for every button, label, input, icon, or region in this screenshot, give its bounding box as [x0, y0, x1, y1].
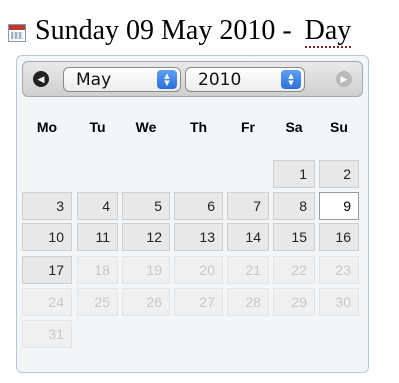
- day-cell[interactable]: 4: [77, 192, 118, 220]
- weekday-sa: Sa: [285, 119, 303, 135]
- year-select[interactable]: 2010 ▲ ▼: [185, 67, 305, 92]
- date-title: Sunday 09 May 2010 -: [35, 15, 292, 46]
- day-cell[interactable]: 3: [22, 192, 72, 220]
- day-cell[interactable]: 15: [273, 223, 315, 251]
- day-cell[interactable]: 1: [273, 160, 315, 188]
- weekday-su: Su: [330, 119, 348, 135]
- down-arrow-icon: ▼: [164, 78, 170, 87]
- day-cell: 31: [22, 320, 72, 348]
- month-select[interactable]: May ▲ ▼: [63, 67, 181, 92]
- day-cell: 18: [77, 256, 118, 284]
- day-cell: 20: [174, 256, 223, 284]
- view-mode-link[interactable]: Day: [304, 15, 352, 48]
- prev-month-icon[interactable]: ◀: [33, 71, 49, 87]
- day-cell[interactable]: 6: [174, 192, 223, 220]
- day-cell[interactable]: 7: [227, 192, 269, 220]
- day-cell[interactable]: 5: [122, 192, 170, 220]
- day-cell: 21: [227, 256, 269, 284]
- day-cell[interactable]: 2: [319, 160, 359, 188]
- month-select-value: May: [76, 69, 112, 90]
- day-cell[interactable]: 8: [273, 192, 315, 220]
- calendar-icon-top: [9, 25, 25, 30]
- day-cell: 30: [319, 288, 359, 316]
- day-cell: 25: [77, 288, 118, 316]
- day-cell-selected[interactable]: 9: [319, 192, 359, 220]
- calendar-icon[interactable]: [8, 24, 26, 42]
- day-cell: 26: [122, 288, 170, 316]
- month-stepper-icon[interactable]: ▲ ▼: [157, 70, 177, 89]
- day-cell[interactable]: 11: [77, 223, 118, 251]
- day-cell: 23: [319, 256, 359, 284]
- day-cell: 19: [122, 256, 170, 284]
- day-cell: 28: [227, 288, 269, 316]
- weekday-we: We: [135, 119, 157, 135]
- day-cell: 27: [174, 288, 223, 316]
- year-select-value: 2010: [198, 69, 242, 90]
- day-cell: 22: [273, 256, 315, 284]
- day-cell[interactable]: 10: [22, 223, 72, 251]
- day-cell: 24: [22, 288, 72, 316]
- page-title: Sunday 09 May 2010 - Day: [35, 15, 352, 48]
- day-cell[interactable]: 12: [122, 223, 170, 251]
- date-picker: ◀ May ▲ ▼ 2010 ▲ ▼ ▶ Mo Tu We Th Fr Sa Su 1234…: [16, 55, 369, 373]
- weekday-th: Th: [189, 119, 208, 135]
- next-month-icon[interactable]: ▶: [336, 71, 352, 87]
- calendar-icon-grid: [11, 32, 23, 39]
- down-arrow-icon: ▼: [288, 78, 294, 87]
- day-cell[interactable]: 17: [22, 256, 72, 284]
- day-cell[interactable]: 13: [174, 223, 223, 251]
- weekday-tu: Tu: [89, 119, 106, 135]
- day-cell: 29: [273, 288, 315, 316]
- page-header: Sunday 09 May 2010 - Day: [8, 14, 396, 48]
- weekday-fr: Fr: [241, 119, 255, 135]
- date-picker-nav: ◀ May ▲ ▼ 2010 ▲ ▼ ▶: [22, 61, 363, 97]
- day-cell[interactable]: 16: [319, 223, 359, 251]
- year-stepper-icon[interactable]: ▲ ▼: [281, 70, 301, 89]
- day-cell[interactable]: 14: [227, 223, 269, 251]
- weekday-mo: Mo: [36, 119, 58, 135]
